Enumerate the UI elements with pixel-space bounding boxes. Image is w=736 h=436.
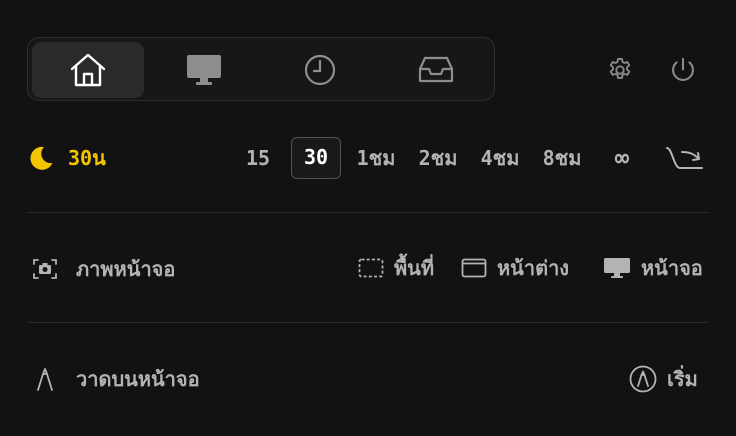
settings-button[interactable] — [603, 52, 637, 88]
timer-option-30[interactable]: 30 — [291, 137, 341, 179]
tab-history[interactable] — [264, 42, 376, 98]
tab-bar — [27, 37, 495, 101]
timer-option-15[interactable]: 15 — [238, 137, 278, 179]
capture-window-label: หน้าต่าง — [497, 256, 570, 280]
monitor-icon — [187, 55, 221, 85]
capture-screen-label: หน้าจอ — [641, 256, 703, 280]
capture-area-button[interactable]: พื้นที่ — [358, 255, 434, 281]
window-icon — [461, 258, 487, 278]
draw-start-label: เริ่ม — [667, 367, 698, 391]
monitor-icon — [604, 258, 630, 278]
timer-row: 30น 15 30 1ชม 2ชม 4ชม 8ชม ∞ — [0, 133, 736, 183]
camera-icon — [33, 259, 57, 279]
capture-window-button[interactable]: หน้าต่าง — [461, 255, 569, 281]
timer-option-4h[interactable]: 4ชม — [476, 137, 524, 179]
selection-icon — [358, 258, 384, 278]
divider — [28, 212, 708, 213]
trend-down-icon — [666, 147, 703, 169]
power-button[interactable] — [666, 52, 700, 88]
timer-option-1h[interactable]: 1ชม — [352, 137, 400, 179]
divider — [28, 322, 708, 323]
power-icon — [672, 57, 694, 81]
tab-home[interactable] — [32, 42, 144, 98]
home-icon — [70, 53, 106, 87]
pen-circle-icon — [629, 365, 657, 393]
draw-start-button[interactable]: เริ่ม — [629, 365, 698, 393]
draw-label: วาดบนหน้าจอ — [76, 367, 200, 391]
gear-icon — [609, 57, 631, 79]
clock-icon — [304, 54, 336, 86]
screenshot-label: ภาพหน้าจอ — [76, 257, 176, 281]
timer-option-8h[interactable]: 8ชม — [538, 137, 586, 179]
timer-option-2h[interactable]: 2ชม — [414, 137, 462, 179]
capture-area-label: พื้นที่ — [394, 256, 435, 280]
tab-inbox[interactable] — [380, 42, 492, 98]
timer-option-infinite[interactable]: ∞ — [604, 137, 640, 179]
timer-current-label: 30น — [68, 146, 106, 170]
capture-screen-button[interactable]: หน้าจอ — [603, 255, 703, 281]
tab-display[interactable] — [148, 42, 260, 98]
pen-icon — [37, 368, 53, 391]
inbox-icon — [418, 56, 454, 83]
moon-icon — [30, 146, 53, 170]
decrease-button[interactable] — [664, 144, 704, 176]
